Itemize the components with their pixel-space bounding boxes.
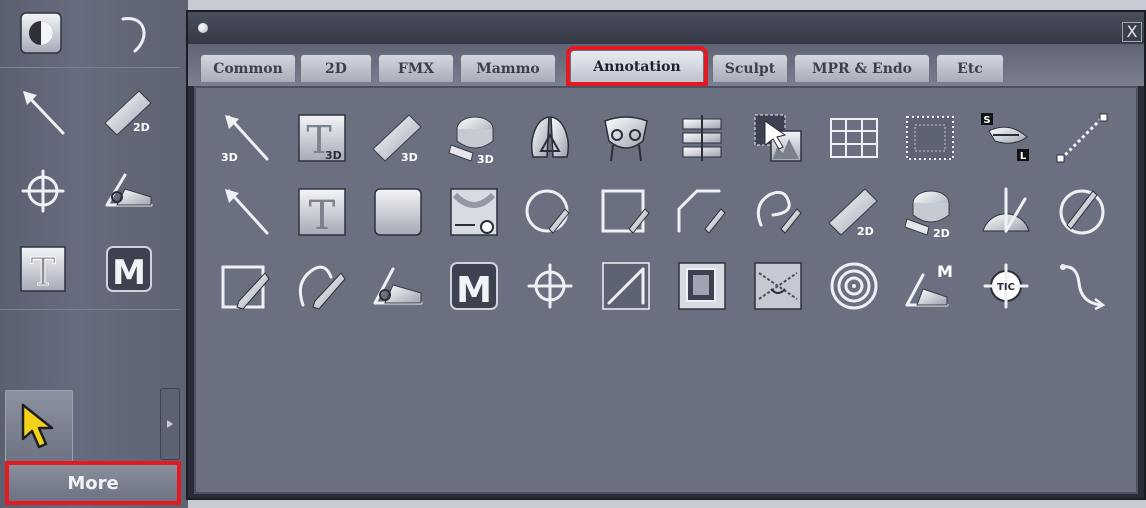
blank-tile-icon[interactable] <box>368 182 428 242</box>
ruler-3d-badge: 3D <box>401 151 418 164</box>
tab-2d[interactable]: 2D <box>300 54 372 82</box>
arrow-3d-badge: 3D <box>221 151 238 164</box>
dotted-line-icon[interactable] <box>1052 108 1112 168</box>
crosshair-tool-icon[interactable] <box>520 256 580 316</box>
ruler-2d-tool[interactable]: 2D <box>100 84 158 142</box>
tab-sculpt[interactable]: Sculpt <box>712 54 788 82</box>
arrow-3d-icon[interactable]: 3D <box>216 108 276 168</box>
text-3d-icon[interactable]: T 3D <box>292 108 352 168</box>
svg-text:S: S <box>983 115 990 126</box>
pointer-tool-button[interactable] <box>5 390 73 462</box>
curve-icon[interactable] <box>1052 256 1112 316</box>
angle-icon[interactable] <box>100 162 158 220</box>
tab-fmx[interactable]: FMX <box>378 54 454 82</box>
angle-tool-icon[interactable] <box>368 256 428 316</box>
ellipse-pen-icon[interactable] <box>520 182 580 242</box>
tool-panel-window: X Common 2D FMX Mammo Annotation Sculpt … <box>186 10 1146 500</box>
tab-etc[interactable]: Etc <box>936 54 1004 82</box>
annotation-tool-grid: 3D T 3D 3D 3D SL T 2D 2D M M TIC <box>194 86 1138 494</box>
polygon-pen-icon[interactable] <box>672 182 732 242</box>
crosshair-icon[interactable] <box>14 162 72 220</box>
concentric-circles-icon[interactable] <box>824 256 884 316</box>
square-pencil-icon[interactable] <box>216 256 276 316</box>
ruler-2d-icon[interactable]: 2D <box>824 182 884 242</box>
freehand-pencil-icon[interactable] <box>292 256 352 316</box>
window-dot-icon <box>198 23 208 33</box>
circle-pen-icon[interactable] <box>1052 182 1112 242</box>
panel-title-bar[interactable]: X <box>188 12 1144 44</box>
spine-sl-icon[interactable]: SL <box>976 108 1036 168</box>
arrow-icon[interactable] <box>216 182 276 242</box>
tab-common[interactable]: Common <box>200 54 296 82</box>
text-3d-badge: 3D <box>325 149 342 162</box>
marker-icon[interactable]: M <box>100 240 158 298</box>
cobb-angle-icon[interactable] <box>748 256 808 316</box>
ruler-3d-icon[interactable]: 3D <box>368 108 428 168</box>
text-tool-icon[interactable]: T <box>14 240 72 298</box>
half-circle-icon[interactable] <box>12 4 70 62</box>
text-tool-glyph: T <box>30 250 55 294</box>
svg-text:L: L <box>1020 151 1027 162</box>
tab-annotation[interactable]: Annotation <box>566 46 708 86</box>
arrow-icon[interactable] <box>14 84 72 142</box>
rectangle-pen-icon[interactable] <box>596 182 656 242</box>
line-box-icon[interactable] <box>596 256 656 316</box>
profile-overlay-icon[interactable] <box>748 108 808 168</box>
tape-2d-badge: 2D <box>933 227 950 240</box>
ruler-2d-badge: 2D <box>133 121 150 134</box>
tab-mpr-endo[interactable]: MPR & Endo <box>794 54 930 82</box>
angle-m-badge: M <box>937 262 953 281</box>
tic-target-icon[interactable]: TIC <box>976 256 1036 316</box>
marker-glyph: M <box>112 253 146 293</box>
toolbar-top-section <box>0 0 180 68</box>
spine-icon[interactable] <box>672 108 732 168</box>
tape-measure-2d-icon[interactable]: 2D <box>900 182 960 242</box>
pelvis-icon[interactable] <box>596 108 656 168</box>
more-button[interactable]: More <box>5 461 181 505</box>
marker-m-glyph: M <box>456 270 492 311</box>
left-toolbar: 2D T M More <box>0 0 188 508</box>
freehand-pen-icon[interactable] <box>748 182 808 242</box>
xray-measure-icon[interactable] <box>444 182 504 242</box>
lung-icon[interactable] <box>520 108 580 168</box>
tab-strip: Common 2D FMX Mammo Annotation Sculpt MP… <box>188 44 1144 86</box>
toolbar-expand-handle[interactable] <box>160 388 180 460</box>
undo-icon[interactable] <box>104 4 162 62</box>
tic-badge: TIC <box>997 282 1015 293</box>
close-button[interactable]: X <box>1122 22 1142 42</box>
tape-3d-badge: 3D <box>477 153 494 166</box>
protractor-icon[interactable] <box>976 182 1036 242</box>
grid-table-icon[interactable] <box>824 108 884 168</box>
tab-mammo[interactable]: Mammo <box>460 54 556 82</box>
toolbar-tools-section: 2D T M <box>0 70 180 310</box>
chevron-right-icon <box>167 420 173 428</box>
text-icon[interactable]: T <box>292 182 352 242</box>
tape-measure-3d-icon[interactable]: 3D <box>444 108 504 168</box>
cursor-icon <box>21 403 54 449</box>
layered-frame-icon[interactable] <box>672 256 732 316</box>
angle-m-icon[interactable]: M <box>900 256 960 316</box>
ruler-2d-badge-panel: 2D <box>857 225 874 238</box>
marker-m-icon[interactable]: M <box>444 256 504 316</box>
dotted-frame-icon[interactable] <box>900 108 960 168</box>
text-glyph: T <box>309 193 336 239</box>
